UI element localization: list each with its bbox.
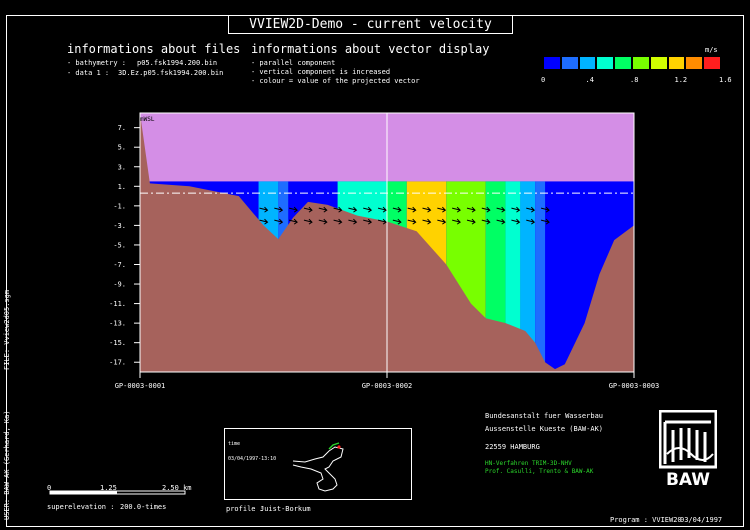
footer-date: 03/04/1997 [680,516,723,524]
baw-logo-icon [658,409,718,469]
scale-tick: 0 [47,484,51,492]
profile-value: Juist-Borkum [260,505,311,513]
institution-line: Bundesanstalt fuer Wasserbau [485,412,604,420]
scale-tick: 1.25 [100,484,117,492]
institution-line: Aussenstelle Kueste (BAW-AK) [485,425,604,433]
profile-label: profile : [226,505,264,513]
baw-logo: BAW [658,409,718,492]
model-line: Prof. Casulli, Trento & BAW-AK [485,468,594,475]
coastline-icon [292,442,344,492]
model-line: HN-Verfahren TRIM-3D-NHV [485,460,572,467]
institution-line: 22559 HAMBURG [485,443,540,451]
superelevation-value: 200.0-times [120,503,167,511]
location-map: time 03/04/1997-13:10 [224,428,412,500]
footer-program: Program : VVIEW20 [610,516,682,524]
logo-text: BAW [665,470,711,490]
superelevation-label: superelevation : [47,503,115,511]
scale-tick: 2.50 km [162,484,192,492]
